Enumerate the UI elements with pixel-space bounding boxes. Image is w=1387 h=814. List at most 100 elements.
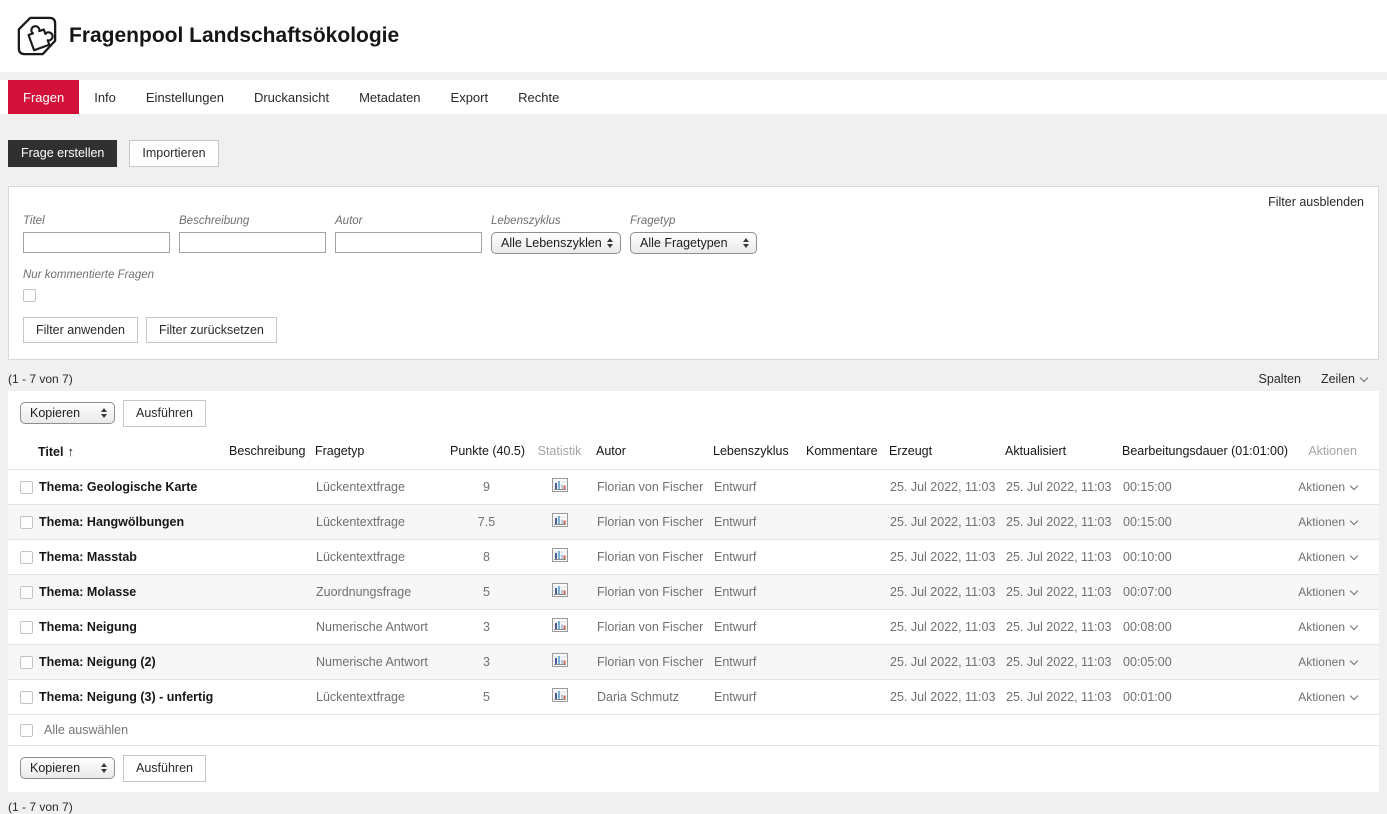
row-checkbox[interactable] [20,516,33,529]
lebenszyklus-select[interactable]: Alle Lebenszyklen [491,232,621,254]
beschreibung-label: Beschreibung [179,215,326,227]
tab-info[interactable]: Info [79,80,131,114]
question-title-link[interactable]: Thema: Neigung (2) [39,655,156,669]
question-comments [806,469,889,504]
col-header-lebenszyklus[interactable]: Lebenszyklus [713,434,806,470]
table-header-row: Titel↑ Beschreibung Fragetyp Punkte (40.… [8,434,1379,470]
hide-filter-link[interactable]: Filter ausblenden [1268,195,1364,209]
bulk-action-select-bottom[interactable]: Kopieren [20,757,115,779]
tab-metadaten[interactable]: Metadaten [344,80,435,114]
question-comments [806,679,889,714]
beschreibung-input[interactable] [179,232,326,253]
select-all-row: Alle auswählen [8,714,1379,746]
execute-button-top[interactable]: Ausführen [123,400,206,427]
question-type: Numerische Antwort [315,644,450,679]
col-header-bearbeitungsdauer[interactable]: Bearbeitungsdauer (01:01:00) [1122,434,1295,470]
row-actions-dropdown[interactable]: Aktionen [1298,690,1357,704]
col-header-statistik: Statistik [523,434,596,470]
question-description [229,609,315,644]
col-header-aktualisiert[interactable]: Aktualisiert [1005,434,1122,470]
question-lifecycle: Entwurf [713,644,806,679]
question-title-link[interactable]: Thema: Geologische Karte [39,480,197,494]
row-actions-dropdown[interactable]: Aktionen [1298,550,1357,564]
row-actions-dropdown[interactable]: Aktionen [1298,620,1357,634]
row-checkbox[interactable] [20,586,33,599]
question-points: 5 [450,679,523,714]
reset-filter-button[interactable]: Filter zurücksetzen [146,317,277,344]
row-checkbox[interactable] [20,551,33,564]
col-header-autor[interactable]: Autor [596,434,713,470]
titel-input[interactable] [23,232,170,253]
titel-label: Titel [23,215,170,227]
question-pool-icon [16,15,58,57]
bulk-action-value: Kopieren [30,406,80,420]
col-header-beschreibung[interactable]: Beschreibung [229,434,315,470]
bulk-action-select-top[interactable]: Kopieren [20,402,115,424]
statistics-icon[interactable] [552,618,568,632]
row-actions-dropdown[interactable]: Aktionen [1298,515,1357,529]
row-checkbox[interactable] [20,621,33,634]
autor-input[interactable] [335,232,482,253]
fragetyp-select[interactable]: Alle Fragetypen [630,232,757,254]
rows-selector[interactable]: Zeilen [1321,372,1367,386]
row-checkbox[interactable] [20,656,33,669]
chevron-down-icon [1350,621,1358,629]
col-header-fragetyp[interactable]: Fragetyp [315,434,450,470]
statistics-icon[interactable] [552,688,568,702]
question-lifecycle: Entwurf [713,574,806,609]
question-created: 25. Jul 2022, 11:03 [889,679,1005,714]
question-lifecycle: Entwurf [713,504,806,539]
lebenszyklus-select-value: Alle Lebenszyklen [501,236,602,250]
col-header-titel[interactable]: Titel↑ [38,434,229,470]
row-checkbox[interactable] [20,691,33,704]
import-button[interactable]: Importieren [129,140,218,167]
statistics-icon[interactable] [552,583,568,597]
table-row: Thema: Neigung Numerische Antwort 3 [8,609,1379,644]
col-header-erzeugt[interactable]: Erzeugt [889,434,1005,470]
question-updated: 25. Jul 2022, 11:03 [1005,469,1122,504]
bulk-action-bar-bottom: Kopieren Ausführen [8,746,1379,784]
tab-fragen[interactable]: Fragen [8,80,79,114]
object-toolbar: Frage erstellen Importieren [8,140,1379,167]
col-header-kommentare[interactable]: Kommentare [806,434,889,470]
question-title-link[interactable]: Thema: Hangwölbungen [39,515,184,529]
question-lifecycle: Entwurf [713,609,806,644]
columns-selector[interactable]: Spalten [1259,372,1301,386]
execute-button-bottom[interactable]: Ausführen [123,755,206,782]
question-title-link[interactable]: Thema: Neigung (3) - unfertig [39,690,213,704]
select-arrows-icon [101,408,107,418]
select-all-checkbox[interactable] [20,724,33,737]
question-duration: 00:08:00 [1122,609,1295,644]
tab-export[interactable]: Export [436,80,504,114]
tab-druckansicht[interactable]: Druckansicht [239,80,344,114]
statistics-icon[interactable] [552,548,568,562]
kommentiert-checkbox[interactable] [23,289,36,302]
col-header-punkte[interactable]: Punkte (40.5) [450,434,523,470]
question-title-link[interactable]: Thema: Masstab [39,550,137,564]
question-title-link[interactable]: Thema: Molasse [39,585,136,599]
filter-field-beschreibung: Beschreibung [179,215,326,254]
row-actions-dropdown[interactable]: Aktionen [1298,655,1357,669]
tab-einstellungen[interactable]: Einstellungen [131,80,239,114]
question-table-card: Kopieren Ausführen Titel↑ Beschreibung F… [8,391,1379,792]
question-author: Florian von Fischer [596,574,713,609]
statistics-icon[interactable] [552,513,568,527]
apply-filter-button[interactable]: Filter anwenden [23,317,138,344]
create-question-button[interactable]: Frage erstellen [8,140,117,167]
result-count-top: (1 - 7 von 7) [8,372,73,386]
table-meta-row: (1 - 7 von 7) Spalten Zeilen [8,372,1379,386]
question-created: 25. Jul 2022, 11:03 [889,644,1005,679]
row-actions-dropdown[interactable]: Aktionen [1298,585,1357,599]
row-actions-dropdown[interactable]: Aktionen [1298,480,1357,494]
question-title-link[interactable]: Thema: Neigung [39,620,137,634]
statistics-icon[interactable] [552,478,568,492]
tab-rechte[interactable]: Rechte [503,80,574,114]
question-lifecycle: Entwurf [713,469,806,504]
page-title: Fragenpool Landschaftsökologie [69,24,399,48]
row-checkbox[interactable] [20,481,33,494]
question-author: Florian von Fischer [596,469,713,504]
table-row: Thema: Molasse Zuordnungsfrage 5 [8,574,1379,609]
statistics-icon[interactable] [552,653,568,667]
rows-selector-label: Zeilen [1321,372,1355,386]
question-comments [806,574,889,609]
